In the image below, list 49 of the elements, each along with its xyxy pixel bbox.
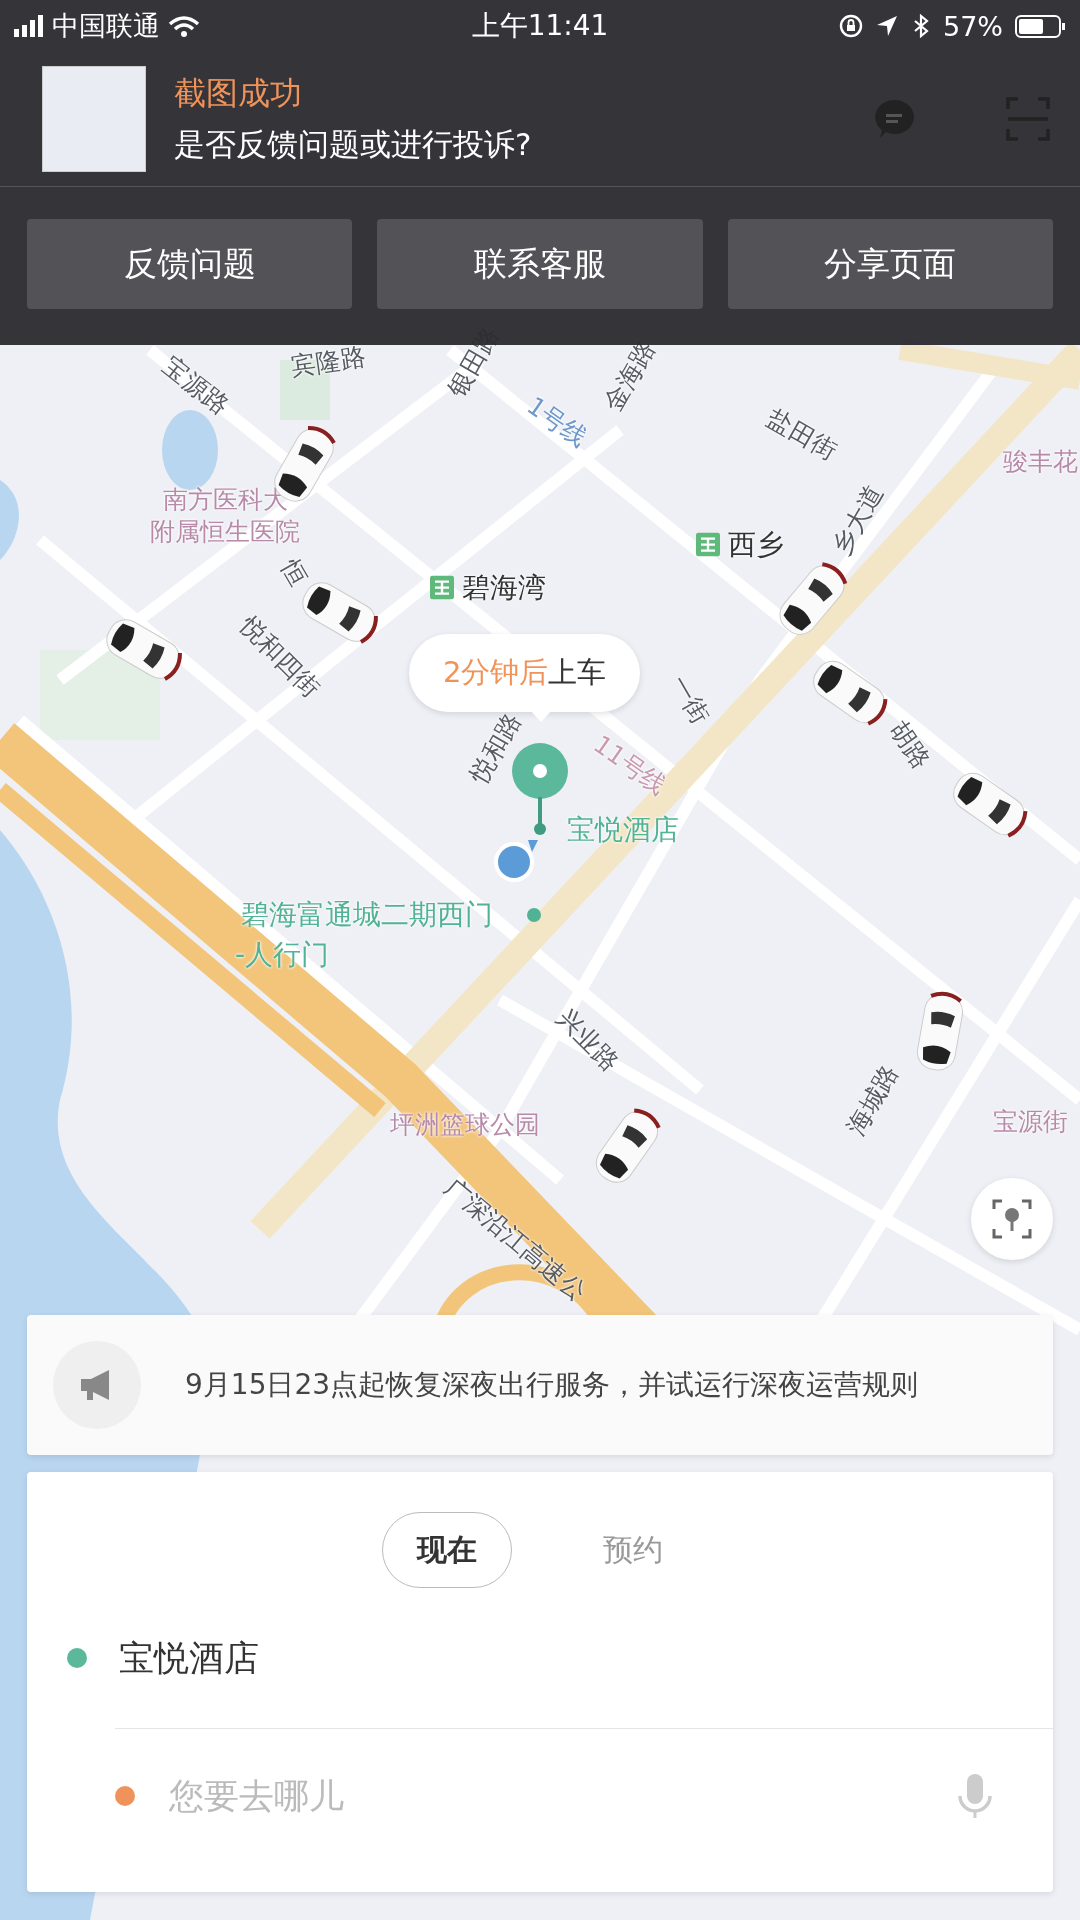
road-label: 乡大道	[827, 480, 889, 560]
place-label: 宝悦酒店	[567, 814, 679, 846]
current-location-icon	[494, 838, 540, 882]
road-label: 盐田街	[762, 404, 842, 466]
place-label: 碧海富通城二期西门	[241, 899, 493, 931]
eta-text: 2分钟后	[443, 654, 549, 691]
metro-icon	[430, 576, 454, 600]
battery-icon	[1015, 14, 1066, 38]
road-label: 广深沿江高速公	[439, 1173, 591, 1307]
rotation-lock-icon	[839, 14, 863, 38]
pickup-location[interactable]: 宝悦酒店	[119, 1634, 259, 1682]
microphone-icon	[955, 1771, 995, 1820]
station-label: 碧海湾	[462, 572, 546, 604]
action-button[interactable]: 分享页面	[727, 219, 1053, 309]
notice-text: 9月15日23点起恢复深夜出行服务，并试运行深夜运营规则	[185, 1367, 919, 1403]
place-label: 骏丰花	[1002, 448, 1078, 476]
station-label: 西乡	[728, 529, 784, 561]
location-arrow-icon	[875, 14, 899, 38]
locate-icon	[992, 1199, 1032, 1239]
road-label: 悦和路	[465, 708, 527, 788]
metro-line-label: 11号线	[588, 730, 672, 800]
pickup-text: 上车	[548, 654, 607, 691]
road-label: 兴业路	[551, 1003, 625, 1077]
screenshot-thumbnail[interactable]	[42, 66, 146, 172]
road-label: 银田路	[443, 322, 505, 402]
battery-percent: 57%	[943, 10, 1003, 42]
road-label: 悦和四街	[234, 611, 326, 703]
place-label: 附属恒生医院	[150, 518, 300, 546]
metro-line-label: 1号线	[522, 391, 592, 453]
road-label: 金海路	[599, 336, 661, 416]
signal-icon	[14, 15, 44, 37]
road-label: 宾隆路	[288, 343, 368, 381]
road-label: 宝源路	[158, 352, 234, 420]
notification-title: 截图成功	[174, 73, 303, 114]
chat-bubble-icon	[872, 97, 916, 141]
place-label: 宝源街	[992, 1108, 1068, 1136]
clock-time: 上午11:41	[471, 8, 609, 44]
road-label: 胡路	[884, 716, 936, 774]
time-mode-tab[interactable]: 现在	[382, 1512, 512, 1588]
destination-field[interactable]: 您要去哪儿	[167, 1774, 923, 1817]
road-label: 一街	[665, 671, 715, 729]
wifi-icon	[168, 14, 200, 38]
road-label: 恒	[275, 555, 313, 591]
metro-icon	[696, 533, 720, 557]
action-button[interactable]: 联系客服	[377, 219, 703, 309]
carrier-name: 中国联通	[52, 9, 160, 43]
road-label: 海城路	[842, 1060, 904, 1140]
action-button[interactable]: 反馈问题	[27, 219, 353, 309]
notification-message: 是否反馈问题或进行投诉?	[174, 125, 533, 164]
